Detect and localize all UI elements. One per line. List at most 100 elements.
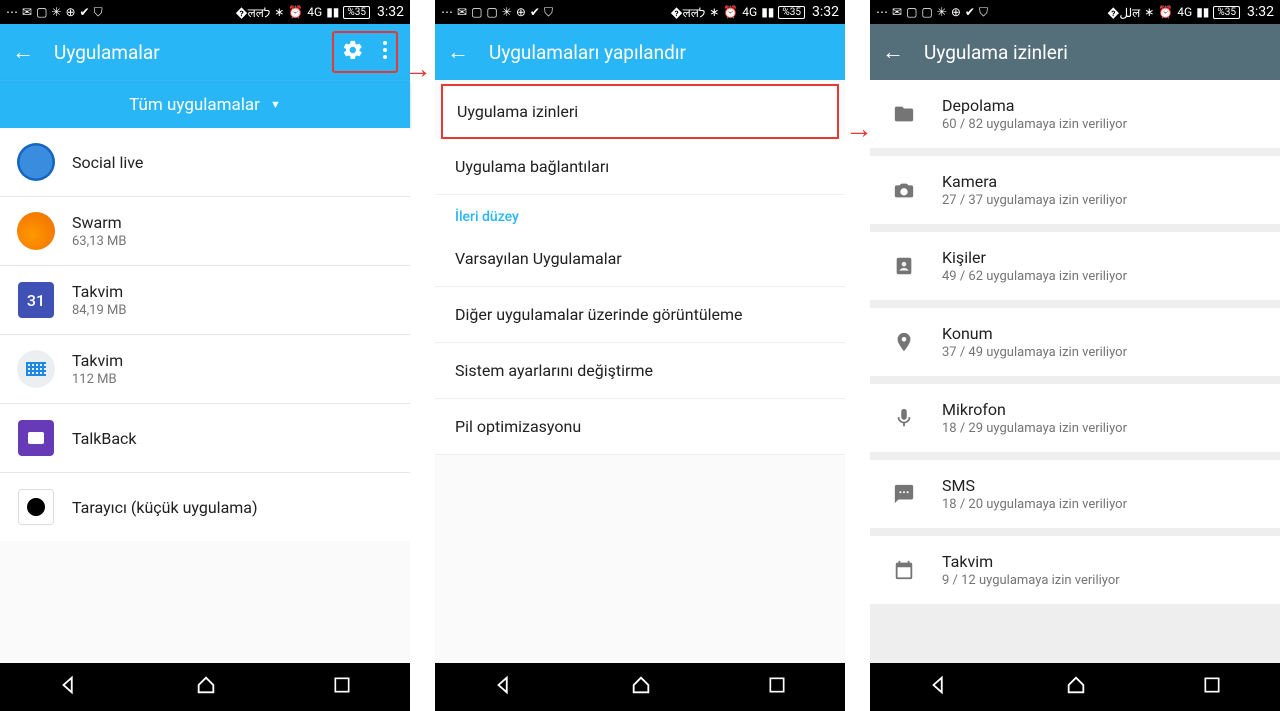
bluetooth-icon: ∗ bbox=[274, 5, 284, 19]
gear-icon[interactable] bbox=[342, 39, 364, 65]
mic-icon bbox=[886, 407, 922, 429]
check-icon: ✔ bbox=[965, 5, 975, 19]
mail-icon: ✉ bbox=[457, 5, 467, 19]
nav-home-icon[interactable] bbox=[1065, 674, 1087, 700]
status-bar: ⋯ ✉ ▢ ✳ ⊕ ✔ ⛉ �ललל ∗ ⏰ 4G ▮▮ %35 3:32 bbox=[0, 0, 410, 24]
nav-back-icon[interactable] bbox=[58, 674, 80, 700]
alarm-icon: ⏰ bbox=[288, 5, 303, 19]
nav-bar bbox=[870, 663, 1280, 711]
app-name: Tarayıcı (küçük uygulama) bbox=[72, 498, 258, 517]
back-icon[interactable]: ← bbox=[447, 39, 469, 65]
arrow-right-icon: → bbox=[404, 52, 432, 85]
app-icon-calendar-grid bbox=[17, 350, 55, 388]
globe-icon: ⊕ bbox=[951, 5, 961, 19]
filter-dropdown[interactable]: Tüm uygulamalar ▼ bbox=[0, 80, 410, 128]
image-icon: ▢ bbox=[471, 5, 482, 19]
perm-contacts[interactable]: Kişiler49 / 62 uygulamaya izin veriliyor bbox=[870, 232, 1280, 300]
action-bar: ← Uygulamalar bbox=[0, 24, 410, 80]
nav-back-icon[interactable] bbox=[493, 674, 515, 700]
item-app-permissions[interactable]: Uygulama izinleri bbox=[441, 84, 839, 139]
wifi-icon: �ललל bbox=[670, 4, 705, 21]
wifi-icon: �ललל bbox=[235, 4, 270, 21]
app-row[interactable]: Tarayıcı (küçük uygulama) bbox=[0, 472, 410, 541]
signal-icon: ▮▮ bbox=[761, 5, 774, 19]
perm-sub: 60 / 82 uygulamaya izin veriliyor bbox=[942, 117, 1127, 132]
alarm-icon: ⏰ bbox=[1158, 5, 1173, 19]
nav-home-icon[interactable] bbox=[630, 674, 652, 700]
perm-sub: 27 / 37 uygulamaya izin veriliyor bbox=[942, 193, 1127, 208]
highlight-actions bbox=[332, 31, 398, 73]
sync-off-icon: ✳ bbox=[502, 5, 512, 19]
bluetooth-icon: ∗ bbox=[709, 5, 719, 19]
app-size: 63,13 MB bbox=[72, 234, 126, 249]
app-icon-swarm bbox=[17, 212, 55, 250]
signal-icon: ▮▮ bbox=[1196, 5, 1209, 19]
shield-icon: ⛉ bbox=[979, 5, 988, 20]
perm-calendar[interactable]: Takvim 9 / 12 uygulamaya izin veriliyor bbox=[870, 536, 1280, 604]
status-bar: ⋯ ✉ ▢ ▢ ✳ ⊕ ✔ ⛉ �ललל ∗ ⏰ 4G ▮▮ %35 3:32 bbox=[435, 0, 845, 24]
nav-recent-icon[interactable] bbox=[767, 675, 787, 699]
perm-sub: 9 / 12 uygulamaya izin veriliyor bbox=[942, 573, 1120, 588]
perm-microphone[interactable]: Mikrofon18 / 29 uygulamaya izin veriliyo… bbox=[870, 384, 1280, 452]
nav-back-icon[interactable] bbox=[928, 674, 950, 700]
perm-title: Takvim bbox=[942, 552, 1120, 571]
check-icon: ✔ bbox=[530, 5, 540, 19]
perm-camera[interactable]: Kamera 27 / 37 uygulamaya izin veriliyor bbox=[870, 156, 1280, 224]
back-icon[interactable]: ← bbox=[12, 39, 34, 65]
image-icon: ▢ bbox=[486, 5, 497, 19]
item-battery-opt[interactable]: Pil optimizasyonu bbox=[435, 399, 845, 455]
step-arrow-2: → bbox=[845, 0, 870, 711]
configure-list[interactable]: Uygulama izinleri Uygulama bağlantıları … bbox=[435, 80, 845, 663]
sms-icon bbox=[886, 483, 922, 505]
nav-recent-icon[interactable] bbox=[332, 675, 352, 699]
status-time: 3:32 bbox=[377, 4, 404, 20]
sync-off-icon: ✳ bbox=[51, 5, 61, 19]
page-title: Uygulamaları yapılandır bbox=[489, 41, 833, 64]
app-row[interactable]: Social live bbox=[0, 128, 410, 196]
keyboard-icon: ⋯ bbox=[6, 5, 18, 19]
network-4g-icon: 4G bbox=[742, 5, 757, 19]
item-app-links[interactable]: Uygulama bağlantıları bbox=[435, 139, 845, 195]
more-icon[interactable] bbox=[382, 40, 388, 64]
nav-recent-icon[interactable] bbox=[1202, 675, 1222, 699]
perm-sms[interactable]: SMS18 / 20 uygulamaya izin veriliyor bbox=[870, 460, 1280, 528]
nav-bar bbox=[435, 663, 845, 711]
app-row[interactable]: Swarm 63,13 MB bbox=[0, 196, 410, 265]
battery-label: %35 bbox=[343, 6, 370, 19]
perm-storage[interactable]: Depolama60 / 82 uygulamaya izin veriliyo… bbox=[870, 80, 1280, 148]
bluetooth-icon: ∗ bbox=[1144, 5, 1154, 19]
location-icon bbox=[886, 331, 922, 353]
back-icon[interactable]: ← bbox=[882, 39, 904, 65]
globe-icon: ⊕ bbox=[65, 5, 75, 19]
shield-icon: ⛉ bbox=[544, 5, 553, 20]
perm-title: Kamera bbox=[942, 172, 1127, 191]
perm-sub: 49 / 62 uygulamaya izin veriliyor bbox=[942, 269, 1127, 284]
wifi-icon: �للल bbox=[1107, 4, 1140, 21]
image-icon: ▢ bbox=[921, 5, 932, 19]
permissions-list[interactable]: Depolama60 / 82 uygulamaya izin veriliyo… bbox=[870, 80, 1280, 663]
status-time: 3:32 bbox=[1247, 4, 1274, 20]
app-icon-browser bbox=[18, 489, 54, 525]
calendar-icon bbox=[886, 559, 922, 581]
app-row[interactable]: Takvim 112 MB bbox=[0, 334, 410, 403]
item-default-apps[interactable]: Varsayılan Uygulamalar bbox=[435, 231, 845, 287]
contacts-icon bbox=[886, 255, 922, 277]
mail-icon: ✉ bbox=[22, 5, 32, 19]
app-name: Social live bbox=[72, 153, 143, 172]
app-name: Takvim bbox=[72, 282, 126, 301]
section-advanced: İleri düzey bbox=[435, 195, 845, 231]
action-bar: ← Uygulama izinleri bbox=[870, 24, 1280, 80]
item-modify-settings[interactable]: Sistem ayarlarını değiştirme bbox=[435, 343, 845, 399]
app-row[interactable]: 31 Takvim 84,19 MB bbox=[0, 265, 410, 334]
perm-sub: 37 / 49 uygulamaya izin veriliyor bbox=[942, 345, 1127, 360]
image-icon: ▢ bbox=[36, 5, 47, 19]
nav-home-icon[interactable] bbox=[195, 674, 217, 700]
app-row[interactable]: TalkBack bbox=[0, 403, 410, 472]
apps-list[interactable]: Social live Swarm 63,13 MB 31 Takvim 84,… bbox=[0, 128, 410, 663]
item-draw-over[interactable]: Diğer uygulamalar üzerinde görüntüleme bbox=[435, 287, 845, 343]
chevron-down-icon: ▼ bbox=[270, 98, 281, 111]
perm-location[interactable]: Konum37 / 49 uygulamaya izin veriliyor bbox=[870, 308, 1280, 376]
app-name: Takvim bbox=[72, 351, 123, 370]
keyboard-icon: ⋯ bbox=[876, 5, 888, 19]
screen-configure: ⋯ ✉ ▢ ▢ ✳ ⊕ ✔ ⛉ �ललל ∗ ⏰ 4G ▮▮ %35 3:32 … bbox=[435, 0, 845, 711]
